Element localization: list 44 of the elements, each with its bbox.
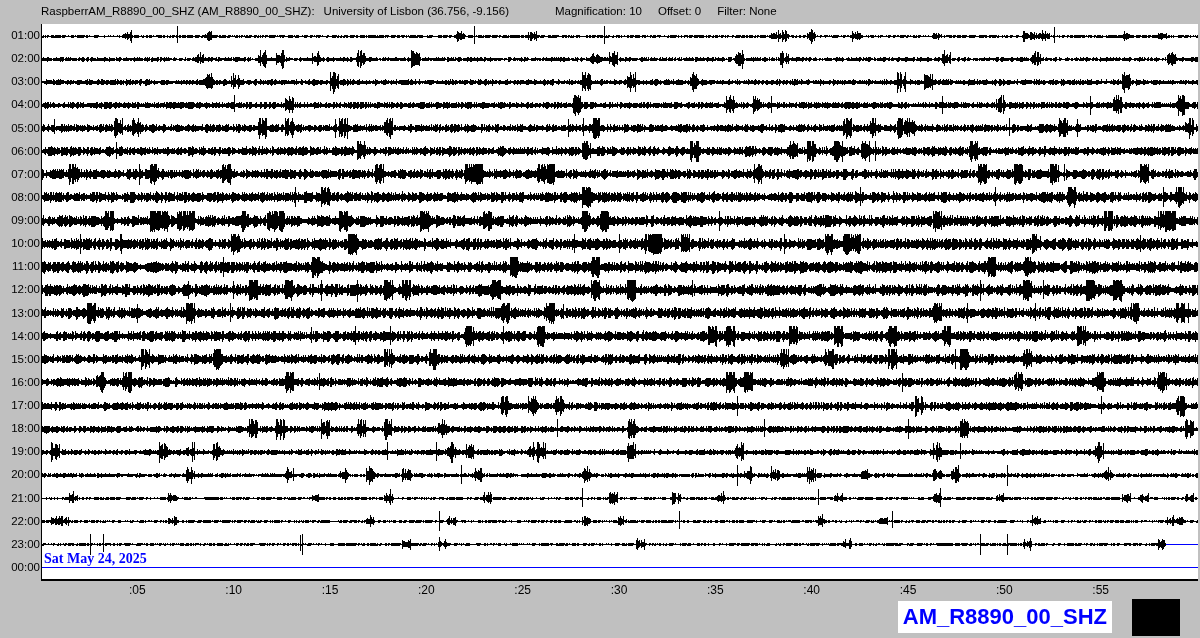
location-text: University of Lisbon (36.756, -9.156): [323, 5, 509, 17]
hour-label: 13:00: [11, 306, 41, 319]
tick-label: :40: [803, 583, 820, 597]
hour-label: 04:00: [11, 98, 41, 111]
hour-label: 06:00: [11, 144, 41, 157]
tick-label: :35: [707, 583, 724, 597]
tick-label: :30: [610, 583, 628, 597]
hour-label: 14:00: [11, 329, 41, 342]
tick-label: :10: [225, 583, 242, 597]
status-square: [1132, 598, 1180, 636]
hour-label: 19:00: [11, 445, 41, 458]
hour-label: 12:00: [11, 283, 41, 296]
tick-label: :45: [899, 583, 917, 597]
hour-label: 07:00: [11, 167, 41, 180]
tick-label: :05: [129, 583, 146, 597]
hour-label: 16:00: [11, 375, 41, 388]
tick-label: :50: [996, 583, 1013, 597]
hour-label: 17:00: [11, 399, 41, 411]
date-label: Sat May 24, 2025: [44, 551, 147, 567]
hour-label: 20:00: [11, 468, 41, 481]
tick-label: :20: [418, 583, 435, 597]
tick-label: :25: [514, 583, 531, 597]
tick-label: :55: [1092, 583, 1109, 597]
offset-text: Offset: 0: [657, 5, 702, 17]
time-line: [1165, 544, 1198, 545]
hour-label: 22:00: [11, 514, 41, 527]
hour-label: 05:00: [11, 121, 41, 134]
hour-label: 11:00: [12, 260, 41, 273]
hour-label: 23:00: [11, 537, 41, 550]
hour-label: 00:00: [11, 560, 41, 573]
magnification-text: Magnification: 10: [555, 5, 642, 17]
hour-label: 02:00: [11, 52, 41, 65]
hour-label: 21:00: [11, 491, 41, 504]
hour-label: 08:00: [11, 190, 41, 203]
hour-label: 03:00: [11, 75, 41, 88]
station-title: RaspberrAM_R8890_00_SHZ (AM_R8890_00_SHZ):: [41, 5, 315, 17]
hour-label: 10:00: [11, 237, 41, 250]
filter-text: Filter: None: [717, 5, 777, 17]
hour-label: 01:00: [11, 29, 41, 41]
hour-label: 15:00: [11, 352, 41, 365]
station-label: AM_R8890_00_SHZ: [897, 601, 1112, 633]
hour-label: 09:00: [11, 214, 41, 226]
tick-label: :15: [321, 583, 339, 597]
hour-label: 18:00: [11, 422, 41, 435]
